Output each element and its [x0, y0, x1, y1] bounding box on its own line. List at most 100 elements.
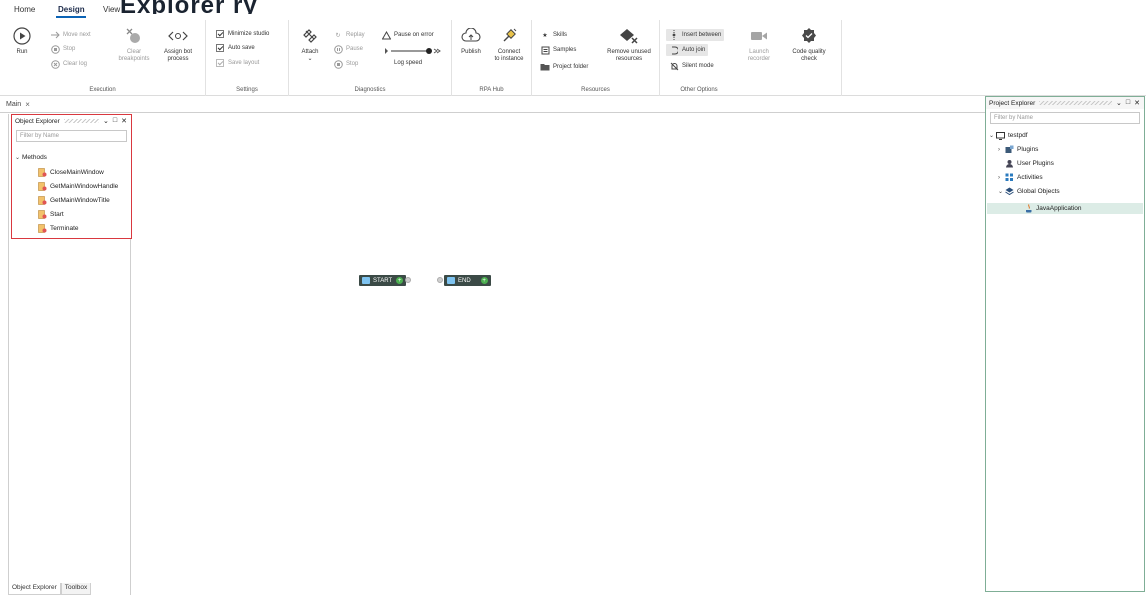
run-button[interactable]: Run	[10, 26, 34, 56]
checkbox-checked-icon	[216, 59, 224, 67]
chevron-right-icon[interactable]: ›	[998, 175, 1005, 181]
stop-button[interactable]: Stop	[50, 44, 75, 54]
play-icon	[12, 26, 32, 46]
ribbon: Run Move next Stop Clear log Clear break…	[0, 20, 1146, 96]
silent-mode-toggle[interactable]: Silent mode	[669, 61, 714, 71]
stop-icon	[50, 44, 60, 54]
menu-bar: Explorer ry Home Design View	[0, 0, 1146, 20]
tree-item-plugins[interactable]: › Plugins	[998, 145, 1038, 154]
connect-to-instance-button[interactable]: Connect to instance	[490, 26, 528, 63]
star-icon: ★	[542, 32, 548, 39]
drag-handle[interactable]	[1039, 101, 1113, 105]
chevron-down-icon[interactable]: ⌄	[998, 188, 1005, 195]
end-node[interactable]: END +	[444, 275, 491, 286]
checkbox-checked-icon	[216, 44, 224, 52]
object-explorer-panel: Object Explorer ⌄ □ ✕ Filter by Name ⌄ M…	[11, 114, 132, 239]
publish-button[interactable]: Publish	[456, 26, 486, 56]
insert-between-icon	[669, 30, 679, 40]
menu-design[interactable]: Design	[58, 5, 85, 14]
method-icon	[38, 168, 47, 177]
filter-by-name-input[interactable]: Filter by Name	[16, 130, 127, 142]
clear-icon	[50, 59, 60, 69]
drag-handle[interactable]	[63, 119, 100, 123]
save-layout-checkbox[interactable]: Save layout	[216, 59, 259, 67]
panel-title: Project Explorer	[989, 99, 1036, 107]
end-input-port[interactable]	[437, 277, 443, 283]
move-next-button[interactable]: Move next	[50, 30, 91, 40]
replay-button[interactable]: ↻ Replay	[333, 30, 364, 40]
group-label-execution: Execution	[89, 87, 116, 93]
restore-icon[interactable]: □	[113, 117, 117, 125]
tree-item-global-objects[interactable]: ⌄ Global Objects	[998, 187, 1060, 196]
user-plugin-icon	[1005, 159, 1014, 168]
log-speed-label: Log speed	[394, 60, 423, 66]
tree-item-user-plugins[interactable]: User Plugins	[1005, 159, 1054, 168]
method-item[interactable]: Terminate	[38, 224, 79, 233]
pause-on-error-button[interactable]: Pause on error	[381, 30, 434, 40]
chevron-down-icon[interactable]: ⌄	[103, 117, 109, 125]
skills-button[interactable]: ★ Skills	[540, 30, 567, 40]
checkbox-checked-icon	[216, 30, 224, 38]
close-icon[interactable]: ✕	[121, 117, 127, 125]
clear-breakpoints-button[interactable]: Clear breakpoints	[118, 26, 150, 63]
method-item[interactable]: GetMainWindowTitle	[38, 196, 110, 205]
plugin-icon	[1005, 145, 1014, 154]
auto-save-checkbox[interactable]: Auto save	[216, 44, 255, 52]
add-icon[interactable]: +	[396, 277, 404, 284]
attach-button[interactable]: Attach ⌄	[297, 26, 323, 63]
tree-item-methods[interactable]: ⌄ Methods	[15, 154, 47, 161]
tab-object-explorer[interactable]: Object Explorer	[8, 583, 61, 595]
tree-item-java-application[interactable]: JavaApplication	[1024, 204, 1082, 213]
auto-join-toggle[interactable]: Auto join	[666, 44, 709, 56]
tree-item-testpdf[interactable]: ⌄ testpdf	[989, 131, 1028, 140]
workflow-canvas[interactable]	[0, 113, 985, 595]
restore-icon[interactable]: □	[1126, 99, 1130, 107]
samples-button[interactable]: Samples	[540, 45, 576, 55]
group-label-settings: Settings	[236, 87, 258, 93]
arrow-right-icon	[50, 30, 60, 40]
method-icon	[38, 196, 47, 205]
chevron-down-icon[interactable]: ⌄	[1116, 99, 1122, 107]
activities-icon	[1005, 173, 1014, 182]
menu-view[interactable]: View	[103, 5, 120, 14]
badge-check-icon	[799, 26, 819, 46]
group-label-rpa-hub: RPA Hub	[479, 87, 504, 93]
left-dock-tabs: Object Explorer Toolbox	[8, 583, 92, 595]
clear-log-button[interactable]: Clear log	[50, 59, 87, 69]
launch-recorder-button[interactable]: Launch recorder	[742, 26, 776, 63]
method-item[interactable]: GetMainWindowHandle	[38, 182, 118, 191]
assign-bot-process-button[interactable]: Assign bot process	[160, 26, 196, 63]
pause-button[interactable]: Pause	[333, 44, 363, 54]
panel-title: Object Explorer	[15, 117, 60, 125]
start-node[interactable]: START +	[359, 275, 407, 286]
tab-main[interactable]: Main ×	[6, 100, 30, 109]
tab-toolbox[interactable]: Toolbox	[60, 583, 92, 595]
remove-unused-resources-button[interactable]: Remove unused resources	[602, 26, 656, 63]
method-icon	[38, 224, 47, 233]
filter-by-name-input[interactable]: Filter by Name	[990, 112, 1140, 124]
close-icon[interactable]: ✕	[1134, 99, 1140, 107]
insert-between-toggle[interactable]: Insert between	[666, 29, 725, 41]
cloud-upload-icon	[461, 26, 481, 46]
method-item[interactable]: Start	[38, 210, 64, 219]
replay-icon: ↻	[335, 32, 341, 39]
ribbon-group-other-options: Insert between Auto join Silent mode Lau…	[660, 20, 842, 96]
chevron-down-icon[interactable]: ⌄	[989, 132, 996, 139]
document-tabstrip: Main ×	[0, 97, 985, 113]
project-folder-button[interactable]: Project folder	[540, 62, 588, 72]
start-output-port[interactable]	[405, 277, 411, 283]
chevron-right-icon[interactable]: ›	[998, 147, 1005, 153]
method-item[interactable]: CloseMainWindow	[38, 168, 104, 177]
chevron-down-icon[interactable]: ⌄	[15, 154, 22, 161]
menu-home[interactable]: Home	[14, 5, 35, 14]
diagnostics-stop-button[interactable]: Stop	[333, 59, 358, 69]
samples-icon	[540, 45, 550, 55]
code-quality-check-button[interactable]: Code quality check	[786, 26, 832, 63]
tree-item-activities[interactable]: › Activities	[998, 173, 1043, 182]
ribbon-group-diagnostics: Attach ⌄ ↻ Replay Pause Stop Pause on er…	[289, 20, 452, 96]
log-speed-slider[interactable]	[385, 47, 441, 55]
minimize-studio-checkbox[interactable]: Minimize studio	[216, 30, 269, 38]
close-icon[interactable]: ×	[25, 100, 30, 109]
java-icon	[1024, 204, 1033, 213]
add-icon[interactable]: +	[480, 277, 488, 284]
